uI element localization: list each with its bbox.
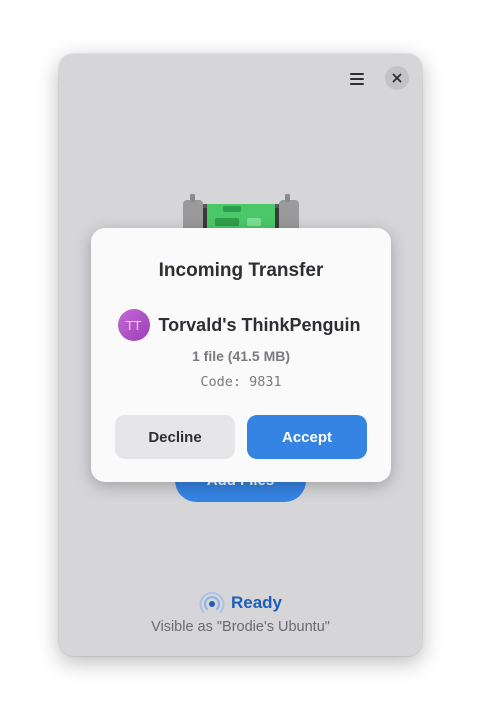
sender-row: TT Torvald's ThinkPenguin bbox=[91, 309, 391, 341]
sender-name: Torvald's ThinkPenguin bbox=[158, 314, 361, 335]
file-info: 1 file (41.5 MB) bbox=[191, 348, 291, 364]
transfer-code: Code: 9831 bbox=[200, 374, 282, 390]
dialog-title: Incoming Transfer bbox=[158, 260, 324, 281]
accept-button[interactable]: Accept bbox=[247, 415, 367, 459]
incoming-transfer-dialog: Incoming Transfer TT Torvald's ThinkPeng… bbox=[91, 228, 391, 482]
avatar: TT bbox=[117, 309, 150, 341]
decline-button[interactable]: Decline bbox=[115, 415, 235, 459]
